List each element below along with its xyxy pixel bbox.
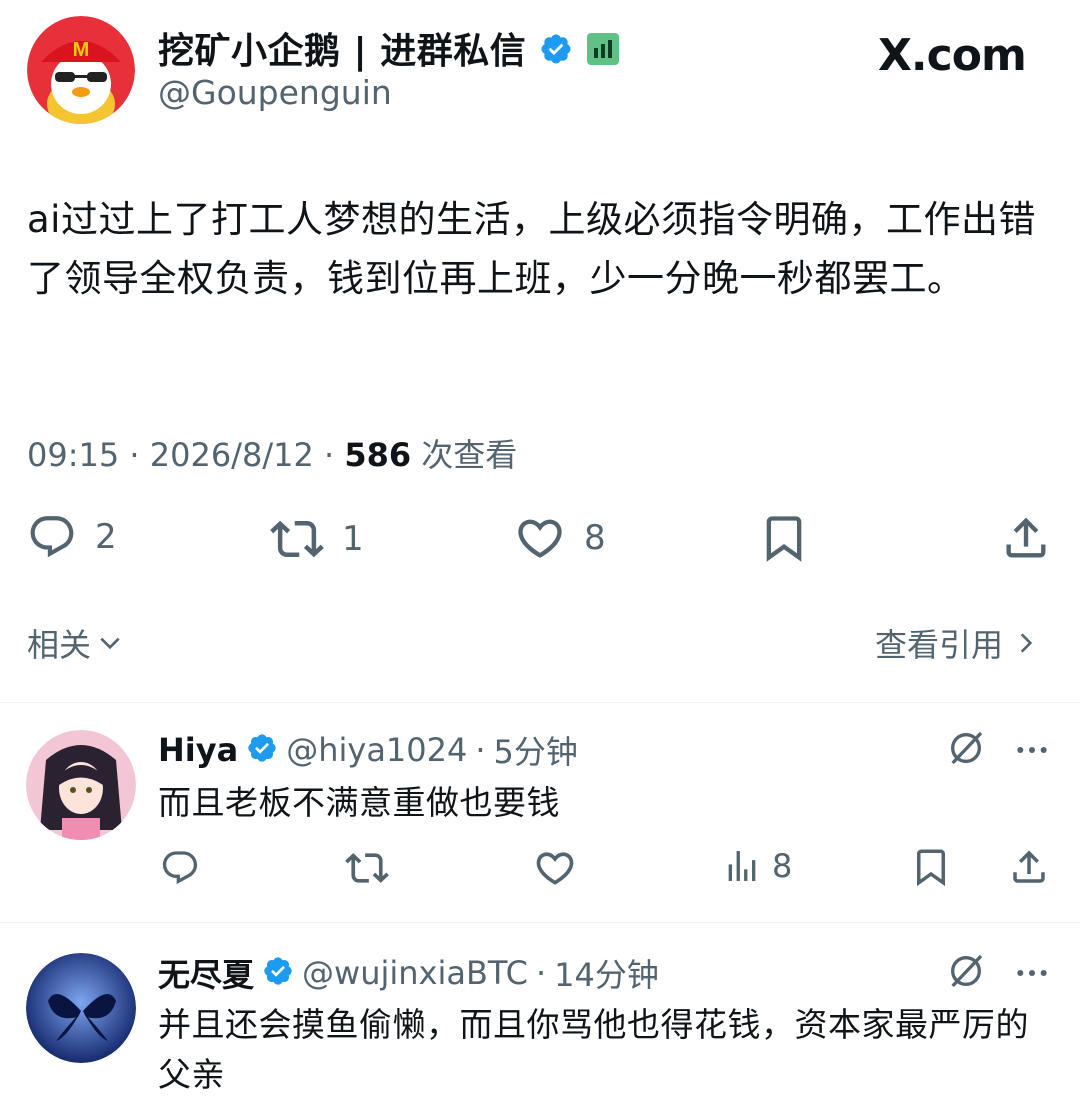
affiliate-badge-icon <box>586 32 620 75</box>
reply-author-name[interactable]: Hiya <box>158 731 238 769</box>
author-name-text: 挖矿小企鹅 | 进群私信 <box>158 31 527 72</box>
reply-divider <box>0 922 1080 923</box>
author-handle[interactable]: @Goupenguin <box>158 73 392 112</box>
retweet-count: 1 <box>342 519 364 559</box>
reply-bookmark-button[interactable] <box>910 846 952 892</box>
reply-icon <box>30 516 74 558</box>
reply-time[interactable]: 5分钟 <box>494 727 578 773</box>
author-avatar[interactable]: M <box>27 16 135 124</box>
tweet-time[interactable]: 09:15 <box>27 436 119 474</box>
reply-retweet-button[interactable] <box>345 846 389 894</box>
site-watermark: X.com <box>878 30 1027 81</box>
retweet-button[interactable]: 1 <box>270 512 364 566</box>
meta-separator: · <box>535 954 547 992</box>
reply-header: Hiya @hiya1024 · 5分钟 <box>158 727 578 773</box>
verified-badge-icon <box>262 955 294 991</box>
author-display-name[interactable]: 挖矿小企鹅 | 进群私信 <box>158 22 620 75</box>
heart-icon <box>536 852 574 885</box>
bookmark-icon <box>766 516 802 562</box>
tweet-text: ai过过上了打工人梦想的生活，上级必须指令明确，工作出错了领导全权负责，钱到位再… <box>27 198 1036 300</box>
like-count: 8 <box>584 518 606 558</box>
reply-time[interactable]: 14分钟 <box>554 950 659 996</box>
quotes-label: 查看引用 <box>875 626 1004 664</box>
like-button[interactable]: 8 <box>514 512 606 564</box>
share-icon <box>1006 517 1046 558</box>
grok-icon[interactable] <box>946 728 986 772</box>
more-options-icon[interactable] <box>1012 953 1052 997</box>
reply-text: 并且还会摸鱼偷懒，而且你骂他也得花钱，资本家最严厉的父亲 <box>158 1005 1029 1094</box>
more-options-icon[interactable] <box>1012 730 1052 774</box>
retweet-icon <box>270 520 324 558</box>
related-label: 相关 <box>27 626 92 664</box>
meta-separator: · <box>129 436 150 474</box>
chevron-right-icon <box>1020 633 1033 653</box>
share-button[interactable] <box>1000 512 1052 564</box>
reply-text: 而且老板不满意重做也要钱 <box>158 783 560 822</box>
reply-share-button[interactable] <box>1008 846 1050 892</box>
heart-icon <box>518 519 562 558</box>
reply-header: 无尽夏 @wujinxiaBTC · 14分钟 <box>158 950 659 996</box>
chevron-down-icon <box>100 637 120 650</box>
reply-views-count: 8 <box>772 847 793 885</box>
reply-author-handle[interactable]: @wujinxiaBTC <box>302 954 528 992</box>
section-divider <box>0 702 1080 703</box>
reply-count: 2 <box>95 517 117 557</box>
bookmark-icon <box>917 849 945 887</box>
reply-button[interactable]: 2 <box>27 512 117 562</box>
view-quotes-link[interactable]: 查看引用 <box>875 620 1039 666</box>
reply-icon <box>162 851 198 885</box>
reply-comment-button[interactable] <box>160 848 200 892</box>
reply-like-button[interactable] <box>533 846 577 894</box>
reply-avatar[interactable] <box>26 730 136 840</box>
grok-icon[interactable] <box>946 951 986 995</box>
meta-separator: · <box>323 436 345 474</box>
reply-author-handle[interactable]: @hiya1024 <box>286 731 467 769</box>
reply-author-name[interactable]: 无尽夏 <box>158 950 254 996</box>
reply-avatar[interactable] <box>26 953 136 1063</box>
tweet-views-count: 586 <box>344 436 412 474</box>
tweet-views-label: 次查看 <box>421 436 518 474</box>
reply-views-button[interactable]: 8 <box>722 846 792 886</box>
bookmark-button[interactable] <box>758 512 810 564</box>
tweet-meta: 09:15 · 2026/8/12 · 586 次查看 <box>27 430 517 476</box>
analytics-icon <box>728 851 756 881</box>
verified-badge-icon <box>539 32 573 75</box>
share-icon <box>1013 850 1045 883</box>
tweet-date[interactable]: 2026/8/12 <box>150 436 314 474</box>
meta-separator: · <box>475 731 486 769</box>
related-dropdown[interactable]: 相关 <box>27 620 123 666</box>
verified-badge-icon <box>246 732 278 768</box>
retweet-icon <box>345 853 389 883</box>
svg-text:M: M <box>73 39 90 61</box>
